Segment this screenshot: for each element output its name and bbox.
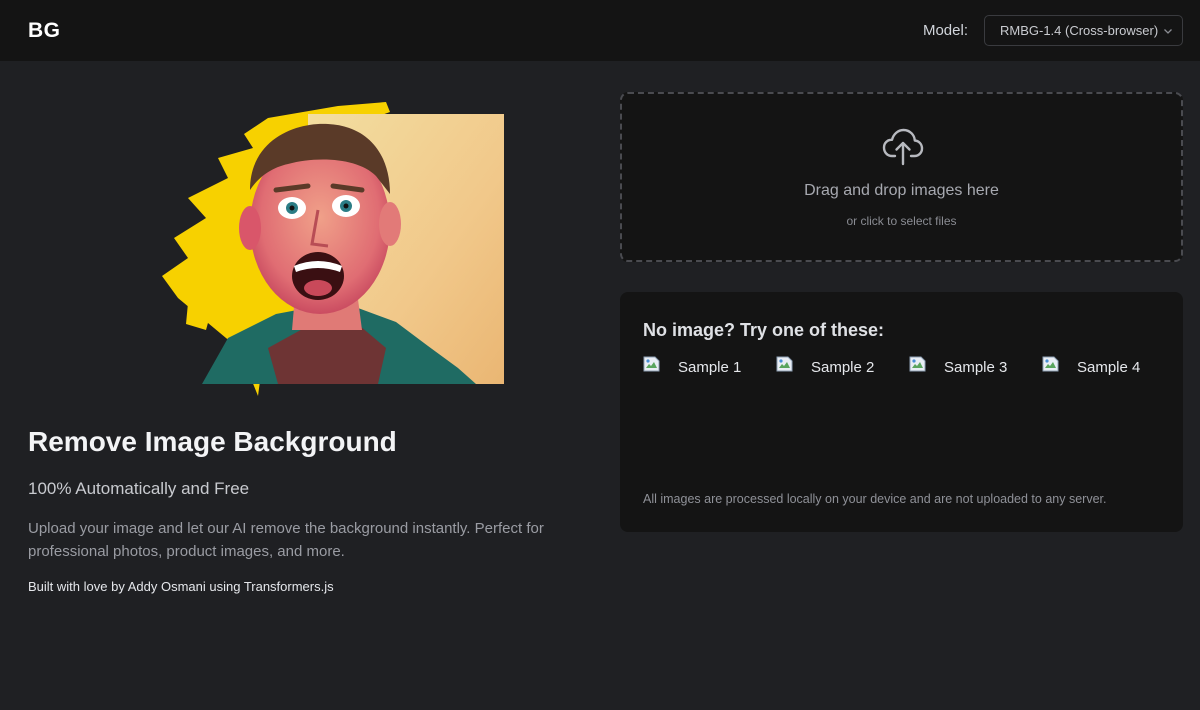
upload-dropzone[interactable]: Drag and drop images here or click to se… [620, 92, 1183, 262]
dropzone-primary-text: Drag and drop images here [804, 182, 999, 199]
model-label: Model: [922, 22, 968, 39]
chevron-down-icon [1164, 28, 1172, 34]
sample-2-label: Sample 2 [811, 359, 875, 376]
cloud-upload-icon [882, 128, 924, 166]
app-logo[interactable]: BG [28, 19, 61, 43]
broken-image-icon [776, 356, 793, 372]
page-description: Upload your image and let our AI remove … [28, 520, 544, 560]
broken-image-icon [909, 356, 926, 372]
sample-1[interactable]: Sample 1 [643, 356, 742, 378]
model-select[interactable]: RMBG-1.4 (Cross-browser) [984, 15, 1183, 46]
privacy-note: All images are processed locally on your… [643, 492, 1107, 506]
sample-1-label: Sample 1 [678, 359, 742, 376]
model-picker: Model: RMBG-1.4 (Cross-browser) [923, 15, 1183, 46]
credit-text[interactable]: Built with love by Addy Osmani using Tra… [28, 579, 334, 594]
sample-3[interactable]: Sample 3 [909, 356, 1008, 378]
broken-image-icon [643, 356, 660, 372]
samples-title: No image? Try one of these: [643, 320, 885, 340]
sample-4-label: Sample 4 [1077, 359, 1141, 376]
dropzone-secondary-text: or click to select files [846, 214, 957, 228]
page-title: Remove Image Background [28, 426, 397, 457]
sample-4[interactable]: Sample 4 [1042, 356, 1141, 378]
samples-panel: No image? Try one of these: Sample 1 Sam… [620, 292, 1183, 532]
sample-3-label: Sample 3 [944, 359, 1008, 376]
broken-image-icon [1042, 356, 1059, 372]
hero-illustration [162, 102, 504, 396]
model-select-value: RMBG-1.4 (Cross-browser) [1000, 23, 1159, 38]
page-subtitle: 100% Automatically and Free [28, 479, 250, 498]
sample-2[interactable]: Sample 2 [776, 356, 875, 378]
top-bar: BG Model: RMBG-1.4 (Cross-browser) [0, 0, 1200, 61]
